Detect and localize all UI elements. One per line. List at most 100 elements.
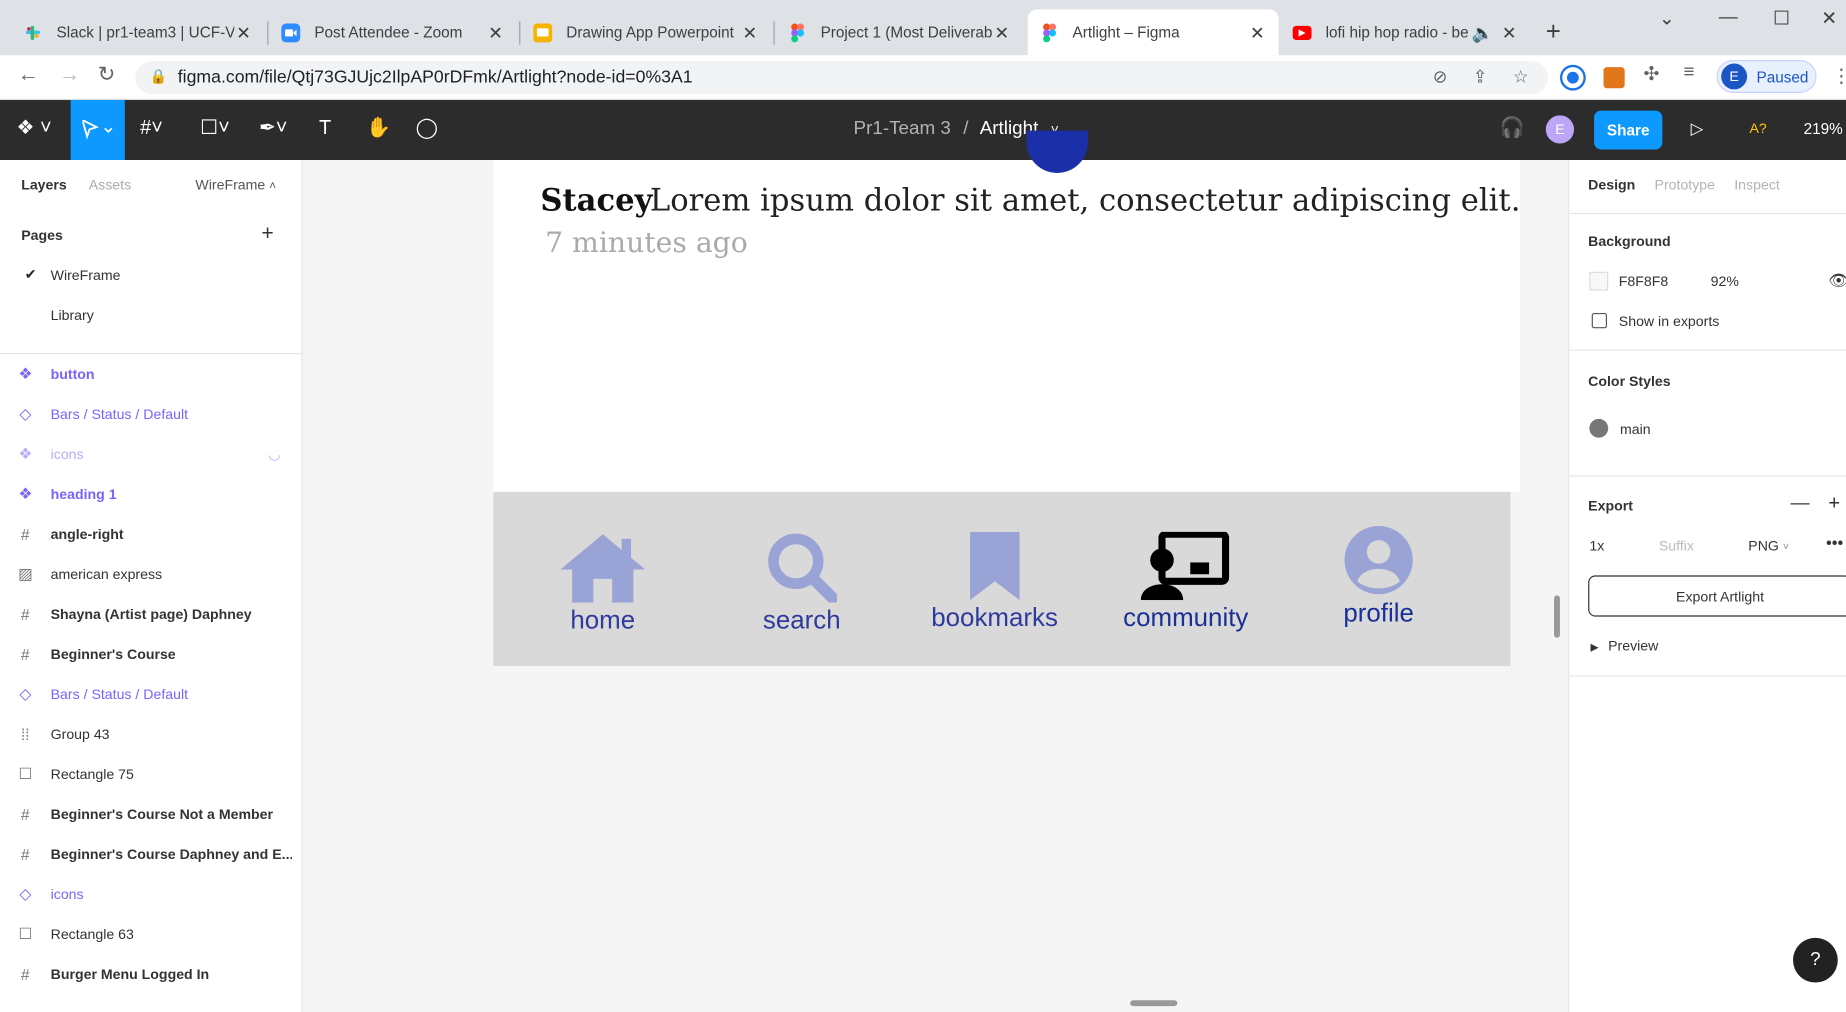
layer-row[interactable]: # Beginner's Course Daphney and E... (0, 834, 303, 874)
layer-row[interactable]: # Beginner's Course Not a Member (0, 794, 303, 834)
layer-label: Burger Menu Logged In (50, 966, 210, 983)
tab-youtube[interactable]: lofi hip hop radio - be 🔈 ✕ (1281, 9, 1531, 55)
layer-row[interactable]: ❖ heading 1 (0, 474, 303, 514)
layer-row[interactable]: # Shayna (Artist page) Daphney (0, 594, 303, 634)
close-icon[interactable]: ✕ (1248, 22, 1267, 43)
hidden-eye-icon[interactable]: ◡ (268, 446, 280, 462)
nav-home[interactable]: home (558, 532, 647, 636)
address-bar[interactable]: 🔒 figma.com/file/Qtj73GJUjc2IlpAP0rDFmk/… (135, 61, 1549, 95)
maximize-button[interactable]: ☐ (1773, 7, 1790, 31)
layer-row[interactable]: # Burger Menu Logged In (0, 954, 303, 994)
bottom-nav-frame[interactable]: home search bookmarks community profile (493, 491, 1511, 667)
more-icon[interactable]: ⋮ (1832, 65, 1846, 89)
puzzle-icon[interactable]: ✣ (1644, 62, 1660, 86)
tab-design[interactable]: Design (1588, 177, 1635, 193)
canvas[interactable]: Stacey Lorem ipsum dolor sit amet, conse… (302, 130, 1569, 1012)
page-item-library[interactable]: Library (51, 307, 94, 323)
page-selector[interactable]: WireFrame ˄ (195, 177, 276, 193)
add-export-icon[interactable]: + (1828, 492, 1840, 516)
text-tool-icon[interactable]: T (319, 116, 331, 140)
tab-search-icon[interactable]: ⌄ (1659, 7, 1675, 31)
show-in-exports-checkbox[interactable] (1591, 313, 1608, 329)
layer-row[interactable]: # Beginner's Course (0, 634, 303, 674)
zoom-level[interactable]: 219% (1804, 120, 1843, 138)
shape-tool-icon[interactable]: ☐˅ (200, 116, 230, 140)
tab-slack[interactable]: Slack | pr1-team3 | UCF-VI ✕ (12, 9, 265, 55)
export-button[interactable]: Export Artlight (1588, 575, 1846, 617)
close-icon[interactable]: ✕ (992, 22, 1011, 43)
horizontal-scrollbar[interactable] (1130, 1000, 1178, 1007)
close-icon[interactable]: ✕ (1500, 22, 1519, 43)
color-style-name[interactable]: main (1620, 421, 1651, 437)
new-tab-button[interactable]: + (1546, 16, 1561, 47)
export-format-select[interactable]: PNG ˅ (1748, 538, 1789, 554)
headphones-icon[interactable]: 🎧 (1500, 116, 1525, 140)
bookmark-star-icon[interactable]: ☆ (1513, 66, 1529, 87)
tab-inspect[interactable]: Inspect (1734, 177, 1780, 193)
more-icon[interactable]: ••• (1826, 533, 1843, 552)
layer-row[interactable]: # angle-right (0, 514, 303, 554)
layer-row[interactable]: ❖ icons ◡ (0, 434, 303, 474)
share-icon[interactable]: ⇪ (1473, 66, 1488, 87)
nav-bookmarks[interactable]: bookmarks (931, 531, 1058, 633)
forward-icon[interactable]: → (59, 62, 80, 87)
preview-toggle[interactable]: ▶ Preview (1591, 638, 1659, 654)
pen-tool-icon[interactable]: ✒˅ (259, 116, 287, 140)
layer-row[interactable]: ❖ button (0, 354, 303, 394)
comment-tool-icon[interactable]: ◯ (416, 116, 438, 140)
media-icon[interactable]: ≡ (1684, 62, 1695, 83)
vertical-scrollbar[interactable] (1554, 595, 1560, 638)
avatar[interactable]: E (1545, 115, 1575, 144)
nav-search[interactable]: search (763, 532, 841, 636)
window-close-button[interactable]: ✕ (1821, 7, 1837, 31)
layer-row[interactable]: ◇ Bars / Status / Default (0, 674, 303, 714)
export-suffix-field[interactable]: Suffix (1659, 538, 1694, 554)
profile-button[interactable]: E Paused (1716, 60, 1817, 93)
metamask-icon[interactable] (1603, 67, 1625, 89)
figma-menu-icon[interactable]: ❖ ˅ (16, 116, 51, 140)
minimize-button[interactable]: — (1719, 7, 1738, 28)
move-tool[interactable] (70, 100, 125, 161)
frame-tool-icon[interactable]: #˅ (140, 116, 163, 140)
layer-row[interactable]: ☐ Rectangle 75 (0, 754, 303, 794)
tab-slides[interactable]: Drawing App Powerpoint ✕ (522, 9, 772, 55)
layer-row[interactable]: ⁞⁞ Group 43 (0, 714, 303, 754)
reload-icon[interactable]: ↻ (98, 62, 116, 87)
share-button[interactable]: Share (1594, 110, 1663, 150)
page-item-wireframe[interactable]: WireFrame (51, 267, 121, 283)
eye-off-icon[interactable]: ⊘ (1433, 66, 1448, 87)
nav-community[interactable]: community (1123, 531, 1248, 633)
pages-heading: Pages (21, 227, 63, 244)
close-icon[interactable]: ✕ (741, 22, 760, 43)
tab-prototype[interactable]: Prototype (1655, 177, 1715, 193)
present-icon[interactable]: ▷ (1691, 119, 1704, 139)
close-icon[interactable]: ✕ (486, 22, 505, 43)
extension-icon[interactable] (1562, 67, 1584, 89)
tab-zoom[interactable]: Post Attendee - Zoom ✕ (270, 9, 517, 55)
layer-row[interactable]: ▨ american express (0, 554, 303, 594)
layer-row[interactable]: ◇ Bars / Status / Default (0, 394, 303, 434)
layer-label: Beginner's Course (50, 646, 176, 663)
tab-artlight-figma[interactable]: Artlight – Figma ✕ (1027, 9, 1279, 56)
tab-layers[interactable]: Layers (21, 177, 67, 193)
ai-label[interactable]: A? (1749, 120, 1766, 136)
background-swatch[interactable] (1589, 271, 1609, 291)
export-scale[interactable]: 1x (1589, 538, 1604, 554)
close-icon[interactable]: ✕ (234, 22, 253, 43)
tab-figma-project[interactable]: Project 1 (Most Deliverabl ✕ (776, 9, 1023, 55)
color-style-swatch[interactable] (1589, 418, 1609, 438)
add-page-button[interactable]: + (261, 221, 273, 246)
layer-row[interactable]: ☐ Rectangle 63 (0, 914, 303, 954)
background-heading: Background (1588, 232, 1671, 250)
hand-tool-icon[interactable]: ✋ (366, 116, 391, 140)
tab-assets[interactable]: Assets (89, 177, 131, 193)
help-button[interactable]: ? (1793, 937, 1838, 983)
remove-export-icon[interactable]: — (1791, 493, 1810, 514)
speaker-icon[interactable]: 🔈 (1472, 22, 1494, 43)
eye-icon[interactable]: 👁 (1828, 271, 1846, 291)
background-opacity[interactable]: 92% (1711, 273, 1739, 289)
layer-row[interactable]: ◇ icons (0, 874, 303, 914)
nav-profile[interactable]: profile (1343, 525, 1414, 629)
background-hex[interactable]: F8F8F8 (1619, 273, 1668, 289)
back-icon[interactable]: ← (18, 62, 39, 87)
